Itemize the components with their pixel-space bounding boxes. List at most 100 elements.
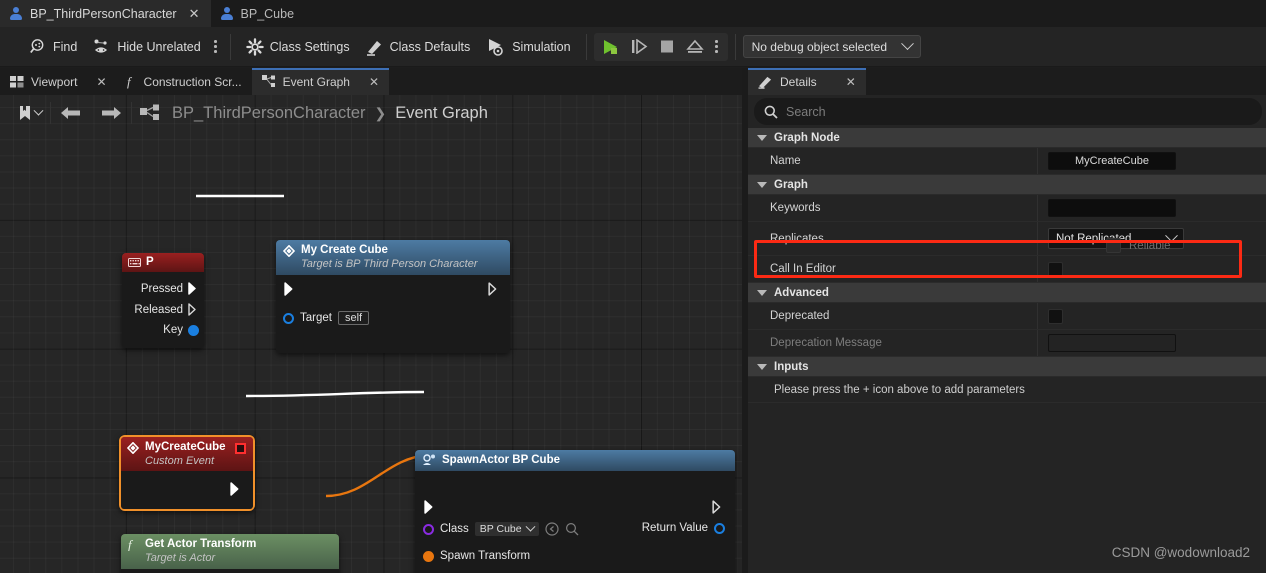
class-settings-button[interactable]: Class Settings xyxy=(238,33,358,61)
document-tab-bp-thirdpersoncharacter[interactable]: BP_ThirdPersonCharacter ✕ xyxy=(0,0,211,27)
breadcrumb-root[interactable]: BP_ThirdPersonCharacter xyxy=(172,104,366,123)
search-input[interactable]: Search xyxy=(754,98,1262,125)
pin-exec-out[interactable] xyxy=(488,282,500,301)
tab-viewport[interactable]: Viewport ✕ xyxy=(0,68,117,95)
debug-object-selector[interactable]: No debug object selected xyxy=(742,35,921,58)
property-label: Deprecated xyxy=(748,303,1038,329)
pin-target[interactable]: Target self xyxy=(283,311,370,325)
pin-key[interactable]: Key xyxy=(122,320,204,340)
property-row-keywords: Keywords xyxy=(748,195,1266,222)
pin-label: Spawn Transform xyxy=(440,550,531,562)
close-icon[interactable]: ✕ xyxy=(96,75,106,89)
class-defaults-icon xyxy=(366,40,381,56)
navigate-back-button[interactable] xyxy=(51,98,91,128)
pin-released[interactable]: Released xyxy=(122,299,204,320)
close-icon[interactable]: ✕ xyxy=(369,75,379,89)
simulation-icon xyxy=(489,38,504,56)
data-pin-icon xyxy=(423,523,434,535)
close-icon[interactable]: ✕ xyxy=(189,7,200,20)
navigate-forward-button[interactable] xyxy=(91,98,131,128)
find-button[interactable]: Find xyxy=(22,33,85,61)
eject-icon xyxy=(685,39,704,53)
bookmark-button[interactable] xyxy=(10,98,50,128)
close-icon[interactable]: ✕ xyxy=(846,75,856,89)
transport-options-icon[interactable] xyxy=(710,36,724,58)
property-label: Deprecation Message xyxy=(748,330,1038,356)
property-row-deprecation-message: Deprecation Message xyxy=(748,330,1266,357)
document-tab-label: BP_ThirdPersonCharacter xyxy=(30,6,177,21)
graph-tab-strip: Viewport ✕ f Construction Scr... Event G… xyxy=(0,68,748,95)
pin-exec-in[interactable] xyxy=(424,500,436,519)
reliable-checkbox[interactable] xyxy=(1106,238,1121,253)
section-header-advanced[interactable]: Advanced xyxy=(748,283,1266,303)
hide-unrelated-button[interactable]: Hide Unrelated xyxy=(85,33,208,61)
property-label: Call In Editor xyxy=(748,256,1038,282)
target-self-value[interactable]: self xyxy=(337,311,370,325)
toolbar-divider-2 xyxy=(585,33,587,60)
pin-pressed[interactable]: Pressed xyxy=(122,278,204,299)
pin-exec-out[interactable] xyxy=(712,500,724,519)
main-toolbar: Find Hide Unrelated Class Settings Class… xyxy=(0,27,1266,67)
document-tab-bp-cube[interactable]: BP_Cube xyxy=(210,0,306,27)
tab-details[interactable]: Details ✕ xyxy=(748,68,866,95)
node-title: My Create Cube xyxy=(301,244,388,256)
name-field[interactable]: MyCreateCube xyxy=(1048,152,1176,170)
tab-event-graph[interactable]: Event Graph ✕ xyxy=(251,68,390,95)
node-get-actor-transform[interactable]: f Get Actor Transform Target is Actor Ta… xyxy=(121,534,339,573)
pin-exec-in[interactable] xyxy=(284,282,296,301)
node-title: P xyxy=(146,256,154,268)
property-row-name: Name MyCreateCube xyxy=(748,148,1266,175)
class-dropdown[interactable]: BP Cube xyxy=(474,521,539,536)
pin-class[interactable]: Class BP Cube xyxy=(423,521,579,536)
keywords-field[interactable] xyxy=(1048,199,1176,217)
node-body: Class BP Cube Spawn Transform Return Val… xyxy=(415,471,735,573)
step-button[interactable] xyxy=(626,35,652,59)
play-button[interactable] xyxy=(598,35,624,59)
section-header-inputs[interactable]: Inputs xyxy=(748,357,1266,377)
reliable-checkbox-row[interactable]: Reliable xyxy=(1106,238,1171,253)
property-value xyxy=(1038,334,1266,352)
chevron-down-icon xyxy=(757,181,767,188)
stop-button[interactable] xyxy=(654,35,680,59)
document-tab-label: BP_Cube xyxy=(240,6,295,21)
deprecation-message-field xyxy=(1048,334,1176,352)
pin-exec-out[interactable] xyxy=(230,482,242,501)
section-header-graph-node[interactable]: Graph Node xyxy=(748,128,1266,148)
eject-button[interactable] xyxy=(682,35,708,59)
chevron-down-icon xyxy=(525,521,536,532)
toolbar-divider-3 xyxy=(734,33,736,60)
watermark: CSDN @wodownload2 xyxy=(1111,545,1250,560)
node-header: MyCreateCube Custom Event xyxy=(121,437,253,471)
event-graph-icon xyxy=(261,75,275,87)
chevron-down-icon xyxy=(757,363,767,370)
chevron-down-icon xyxy=(33,105,44,116)
node-input-key-p[interactable]: P Pressed Released Key xyxy=(122,253,204,348)
titlebar-filler xyxy=(305,0,1266,27)
property-value xyxy=(1038,261,1266,277)
keyboard-icon xyxy=(128,257,141,267)
pin-spawn-transform[interactable]: Spawn Transform xyxy=(423,550,530,562)
node-spawn-actor-bp-cube[interactable]: SpawnActor BP Cube Class BP Cube Spawn T… xyxy=(415,450,735,573)
data-pin-icon xyxy=(283,312,294,324)
deprecated-checkbox[interactable] xyxy=(1048,308,1063,324)
node-my-create-cube-call[interactable]: My Create Cube Target is BP Third Person… xyxy=(276,240,510,353)
data-pin-icon xyxy=(423,550,434,562)
breadcrumb: BP_ThirdPersonCharacter ❯ Event Graph xyxy=(172,104,488,123)
arrow-right-icon xyxy=(102,107,121,119)
play-icon xyxy=(603,39,617,54)
class-defaults-button[interactable]: Class Defaults xyxy=(358,33,479,61)
hide-unrelated-options-icon[interactable] xyxy=(209,36,223,58)
node-header: My Create Cube Target is BP Third Person… xyxy=(276,240,510,275)
delegate-icon[interactable] xyxy=(235,443,246,454)
event-graph-canvas[interactable]: P Pressed Released Key My Create Cube Ta… xyxy=(0,95,748,573)
node-my-create-cube-event[interactable]: MyCreateCube Custom Event xyxy=(119,435,255,511)
node-header: SpawnActor BP Cube xyxy=(415,450,735,471)
section-label: Graph xyxy=(774,178,808,191)
node-body: Target self xyxy=(276,275,510,353)
blueprint-editor-window: BP_ThirdPersonCharacter ✕ BP_Cube Find H… xyxy=(0,0,1266,573)
call-in-editor-checkbox[interactable] xyxy=(1048,261,1063,277)
pin-return-value[interactable]: Return Value xyxy=(642,522,725,534)
section-header-graph[interactable]: Graph xyxy=(748,175,1266,195)
tab-construction-script[interactable]: f Construction Scr... xyxy=(117,68,252,95)
simulation-button[interactable]: Simulation xyxy=(478,33,578,61)
